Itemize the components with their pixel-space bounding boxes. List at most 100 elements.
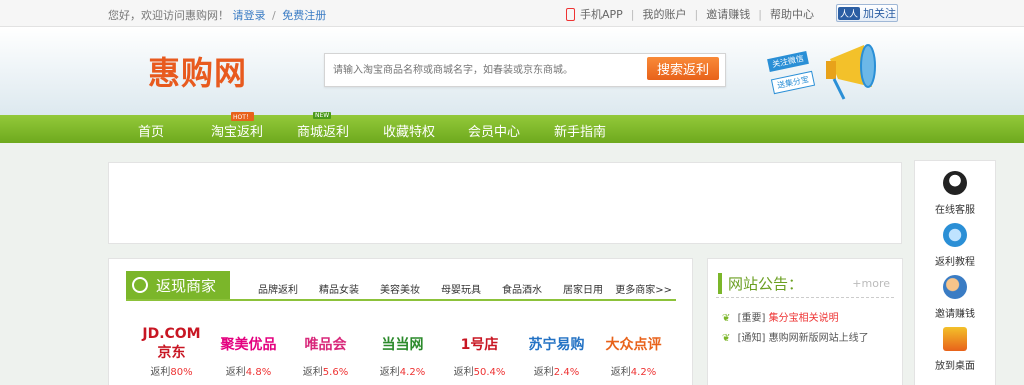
sidebar-item-label: 邀请赚钱 — [935, 309, 975, 320]
desktop-icon — [943, 327, 967, 351]
merchant-rate: 返利2.4% — [533, 367, 580, 378]
clock-icon — [132, 277, 148, 293]
greeting-text: 您好，欢迎访问惠购网！ — [108, 9, 229, 22]
notice-text: 集分宝相关说明 — [768, 313, 839, 324]
search-button[interactable]: 搜索返利 — [647, 57, 719, 80]
divider: | — [630, 7, 635, 21]
my-account-link[interactable]: 我的账户 — [643, 6, 687, 22]
merchant-rate: 返利80% — [150, 367, 193, 378]
tab-womens-clothing[interactable]: 精品女装 — [319, 281, 359, 296]
merchants-title-text: 返现商家 — [156, 276, 217, 295]
follow-button[interactable]: 人人 加关注 — [836, 4, 898, 22]
merchants-header: 返现商家 品牌返利 精品女装 美容美妆 母婴玩具 食品酒水 居家日用 更多商家>… — [126, 271, 676, 301]
tab-home-goods[interactable]: 居家日用 — [563, 281, 603, 296]
tab-baby-toys[interactable]: 母婴玩具 — [441, 281, 481, 296]
merchant-suning[interactable]: 苏宁易购 返利2.4% — [518, 331, 595, 378]
merchant-logo: 唯品会 — [304, 337, 347, 353]
nav-beginner-guide[interactable]: 新手指南 — [554, 121, 606, 140]
sidebar-item-label: 在线客服 — [935, 205, 975, 216]
nav-label: 淘宝返利 — [211, 125, 264, 140]
nav-label: 会员中心 — [468, 125, 521, 140]
merchant-logo: 当当网 — [381, 337, 424, 353]
qq-penguin-icon — [943, 171, 967, 195]
nav-label: 新手指南 — [554, 125, 607, 140]
hot-badge: HOT！ — [231, 112, 254, 121]
nav-mall-rebate[interactable]: NEW 商城返利 — [297, 112, 350, 140]
divider: | — [758, 7, 762, 21]
sidebar-item-tutorial[interactable]: 返利教程 — [915, 223, 995, 268]
merchant-dianping[interactable]: 大众点评 返利4.2% — [595, 331, 672, 378]
search-box: 搜索返利 — [324, 53, 726, 87]
nav-label: 首页 — [138, 125, 165, 140]
cashback-merchants-panel: 返现商家 品牌返利 精品女装 美容美妆 母婴玩具 食品酒水 居家日用 更多商家>… — [108, 258, 693, 385]
banner-area — [108, 162, 902, 244]
sidebar-item-label: 放到桌面 — [935, 361, 975, 372]
site-logo[interactable]: 惠购网 — [148, 48, 247, 94]
notice-item[interactable]: ❦ [重要] 集分宝相关说明 — [722, 309, 839, 324]
merchant-category-tabs: 品牌返利 精品女装 美容美妆 母婴玩具 食品酒水 居家日用 — [258, 281, 624, 296]
phone-icon — [566, 7, 575, 21]
nav-label: 商城返利 — [297, 125, 350, 140]
nav-home[interactable]: 首页 — [138, 121, 164, 140]
notice-tag: [通知] — [737, 333, 766, 344]
divider: | — [694, 7, 699, 21]
merchants-title: 返现商家 — [126, 271, 230, 299]
sidebar-item-desktop[interactable]: 放到桌面 — [915, 327, 995, 372]
greeting-area: 您好，欢迎访问惠购网！ 请登录 / 免费注册 — [108, 7, 326, 23]
nav-member-center[interactable]: 会员中心 — [468, 121, 520, 140]
notice-tag: [重要] — [737, 313, 766, 324]
merchant-logo: 1号店 — [460, 337, 499, 353]
nav-label: 收藏特权 — [383, 125, 436, 140]
merchant-rate: 返利5.6% — [302, 367, 349, 378]
right-sidebar: 在线客服 返利教程 邀请赚钱 放到桌面 — [914, 160, 996, 385]
notice-item[interactable]: ❦ [通知] 惠购网新版网站上线了 — [722, 329, 869, 344]
merchant-jumei[interactable]: 聚美优品 返利4.8% — [210, 331, 287, 378]
merchant-logo: 大众点评 — [605, 337, 662, 353]
search-input[interactable] — [331, 60, 635, 80]
merchant-logo-list: JD.COM 京东 返利80% 聚美优品 返利4.8% 唯品会 返利5.6% 当… — [133, 326, 672, 378]
notice-title: 网站公告： — [718, 273, 803, 294]
sprout-icon: ❦ — [722, 333, 731, 344]
login-separator: / — [272, 9, 276, 22]
sidebar-item-online-service[interactable]: 在线客服 — [915, 171, 995, 216]
tab-brand-rebate[interactable]: 品牌返利 — [258, 281, 298, 296]
header: 惠购网 搜索返利 关注微信 送集分宝 — [0, 27, 1024, 115]
merchant-rate: 返利4.2% — [379, 367, 426, 378]
merchant-rate: 返利4.2% — [610, 367, 657, 378]
register-link[interactable]: 免费注册 — [282, 9, 326, 22]
top-links: 手机APP | 我的账户 | 邀请赚钱 | 帮助中心 — [566, 6, 814, 22]
merchant-dangdang[interactable]: 当当网 返利4.2% — [364, 331, 441, 378]
sidebar-item-label: 返利教程 — [935, 257, 975, 268]
tab-beauty[interactable]: 美容美妆 — [380, 281, 420, 296]
mobile-app-link[interactable]: 手机APP — [580, 6, 623, 22]
main-nav: 首页 HOT！ 淘宝返利 NEW 商城返利 收藏特权 会员中心 新手指南 — [0, 112, 1024, 143]
new-badge: NEW — [313, 112, 332, 119]
merchant-yhd[interactable]: 1号店 返利50.4% — [441, 331, 518, 378]
wechat-promo-banner[interactable]: 关注微信 送集分宝 — [767, 39, 880, 109]
login-link[interactable]: 请登录 — [233, 9, 266, 22]
site-notice-panel: 网站公告： +more ❦ [重要] 集分宝相关说明 ❦ [通知] 惠购网新版网… — [707, 258, 903, 385]
merchant-rate: 返利50.4% — [453, 367, 506, 378]
invite-earn-link[interactable]: 邀请赚钱 — [706, 6, 750, 22]
tutorial-icon — [943, 223, 967, 247]
merchant-jd[interactable]: JD.COM 京东 返利80% — [133, 326, 210, 378]
notice-text: 惠购网新版网站上线了 — [768, 333, 869, 344]
notice-more-link[interactable]: +more — [852, 277, 890, 290]
nav-taobao-rebate[interactable]: HOT！ 淘宝返利 — [211, 112, 264, 140]
help-center-link[interactable]: 帮助中心 — [770, 6, 814, 22]
invite-users-icon — [943, 275, 967, 299]
nav-favorites-privilege[interactable]: 收藏特权 — [383, 121, 435, 140]
follow-button-label: 加关注 — [863, 7, 896, 20]
merchant-rate: 返利4.8% — [225, 367, 272, 378]
merchant-vip[interactable]: 唯品会 返利5.6% — [287, 331, 364, 378]
merchant-logo: JD.COM 京东 — [142, 326, 201, 361]
divider — [716, 297, 894, 298]
top-bar: 您好，欢迎访问惠购网！ 请登录 / 免费注册 手机APP | 我的账户 | 邀请… — [0, 0, 1024, 27]
tab-food-drinks[interactable]: 食品酒水 — [502, 281, 542, 296]
sprout-icon: ❦ — [722, 313, 731, 324]
more-merchants-link[interactable]: 更多商家>> — [615, 281, 672, 296]
merchant-logo: 苏宁易购 — [528, 337, 585, 353]
sidebar-item-invite[interactable]: 邀请赚钱 — [915, 275, 995, 320]
megaphone-icon — [826, 44, 876, 100]
renren-icon: 人人 — [837, 6, 860, 20]
